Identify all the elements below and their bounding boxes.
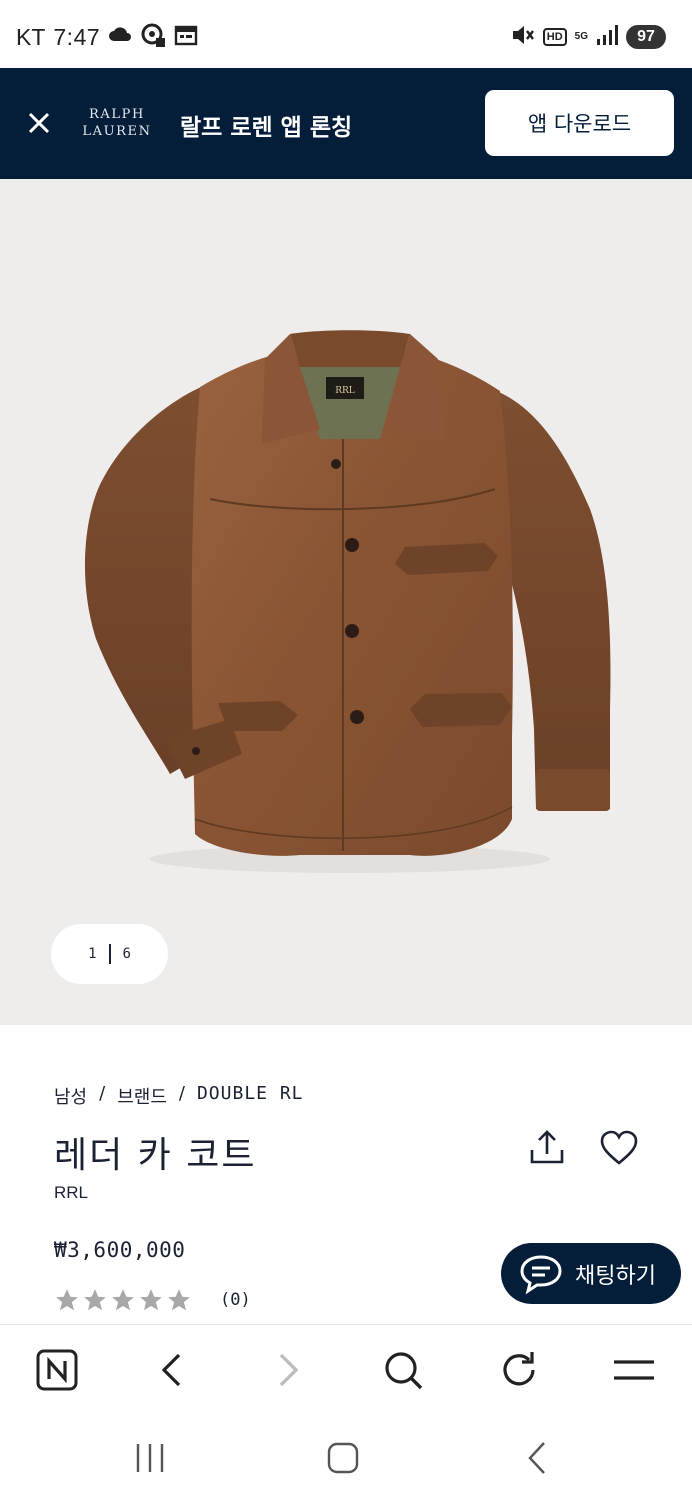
browser-menu-button[interactable] <box>611 1347 657 1393</box>
browser-toolbar <box>0 1324 692 1414</box>
share-button[interactable] <box>527 1128 567 1168</box>
menu-icon <box>614 1360 654 1380</box>
breadcrumb-separator: / <box>99 1083 106 1104</box>
share-icon <box>530 1130 564 1164</box>
close-icon <box>28 112 50 134</box>
breadcrumb-double-rl[interactable]: DOUBLE RL <box>197 1083 304 1109</box>
naver-home-icon <box>36 1349 78 1391</box>
image-counter: 1 6 <box>51 924 168 984</box>
refresh-icon <box>503 1352 535 1386</box>
carrier-label: KT <box>16 23 46 50</box>
product-image-gallery[interactable]: RRL 1 6 <box>0 179 692 1025</box>
breadcrumb-men[interactable]: 남성 <box>54 1083 87 1109</box>
home-icon <box>327 1442 359 1474</box>
rating[interactable]: (0) <box>54 1287 251 1313</box>
ralph-lauren-logo: RALPH LAUREN <box>80 106 154 140</box>
chat-label: 채팅하기 <box>575 1263 656 1289</box>
network-5g-label: 5G <box>574 31 588 42</box>
logo-line-1: RALPH <box>89 107 145 122</box>
logo-line-2: LAUREN <box>82 124 152 139</box>
breadcrumb-brand[interactable]: 브랜드 <box>117 1083 167 1109</box>
chat-button[interactable]: 채팅하기 <box>501 1243 681 1304</box>
browser-search-button[interactable] <box>380 1347 426 1393</box>
star-icon <box>84 1289 106 1311</box>
back-icon <box>161 1353 181 1387</box>
banner-title: 랄프 로렌 앱 론칭 <box>180 115 353 141</box>
calendar-icon <box>174 24 198 50</box>
cloud-icon <box>108 26 132 48</box>
browser-refresh-button[interactable] <box>496 1347 542 1393</box>
recent-apps-button[interactable] <box>130 1440 170 1476</box>
wishlist-button[interactable] <box>598 1128 640 1168</box>
recent-apps-icon <box>136 1444 164 1472</box>
back-icon <box>528 1442 545 1474</box>
breadcrumb-separator: / <box>178 1083 185 1104</box>
rating-stars <box>54 1287 192 1313</box>
product-price: ₩3,600,000 <box>54 1238 186 1262</box>
star-icon <box>140 1289 162 1311</box>
total-images: 6 <box>122 946 131 962</box>
status-time: 7:47 <box>53 23 101 50</box>
battery-indicator: 97 <box>626 25 666 49</box>
status-left: KT 7:47 <box>16 22 198 52</box>
breadcrumb: 남성 / 브랜드 / DOUBLE RL <box>54 1083 304 1109</box>
naver-home-button[interactable] <box>34 1347 80 1393</box>
svg-text:RRL: RRL <box>335 386 355 396</box>
app-download-button[interactable]: 앱 다운로드 <box>485 90 674 156</box>
app-download-banner: RALPH LAUREN 랄프 로렌 앱 론칭 앱 다운로드 <box>0 68 692 179</box>
status-bar: KT 7:47 HD 5G 97 <box>0 0 692 68</box>
current-image-index: 1 <box>88 946 97 962</box>
system-back-button[interactable] <box>518 1440 558 1476</box>
android-navigation-bar <box>0 1414 692 1500</box>
review-count: (0) <box>220 1290 251 1310</box>
chat-icon <box>520 1254 562 1294</box>
search-icon <box>385 1352 423 1390</box>
mute-icon <box>511 24 535 50</box>
star-icon <box>112 1289 134 1311</box>
browser-back-button[interactable] <box>149 1347 195 1393</box>
banner-close-button[interactable] <box>24 108 54 138</box>
product-brand: RRL <box>54 1183 89 1202</box>
counter-separator <box>108 944 111 964</box>
forward-icon <box>279 1353 299 1387</box>
home-button[interactable] <box>323 1440 363 1476</box>
signal-icon <box>596 24 618 50</box>
status-right: HD 5G 97 <box>511 24 666 50</box>
browser-forward-button[interactable] <box>265 1347 311 1393</box>
star-icon <box>168 1289 190 1311</box>
product-image: RRL <box>84 330 611 873</box>
sync-icon <box>140 22 166 52</box>
heart-icon <box>600 1130 638 1165</box>
star-icon <box>56 1289 78 1311</box>
hd-badge: HD <box>542 28 567 46</box>
product-title: 레더 카 코트 <box>54 1135 257 1176</box>
